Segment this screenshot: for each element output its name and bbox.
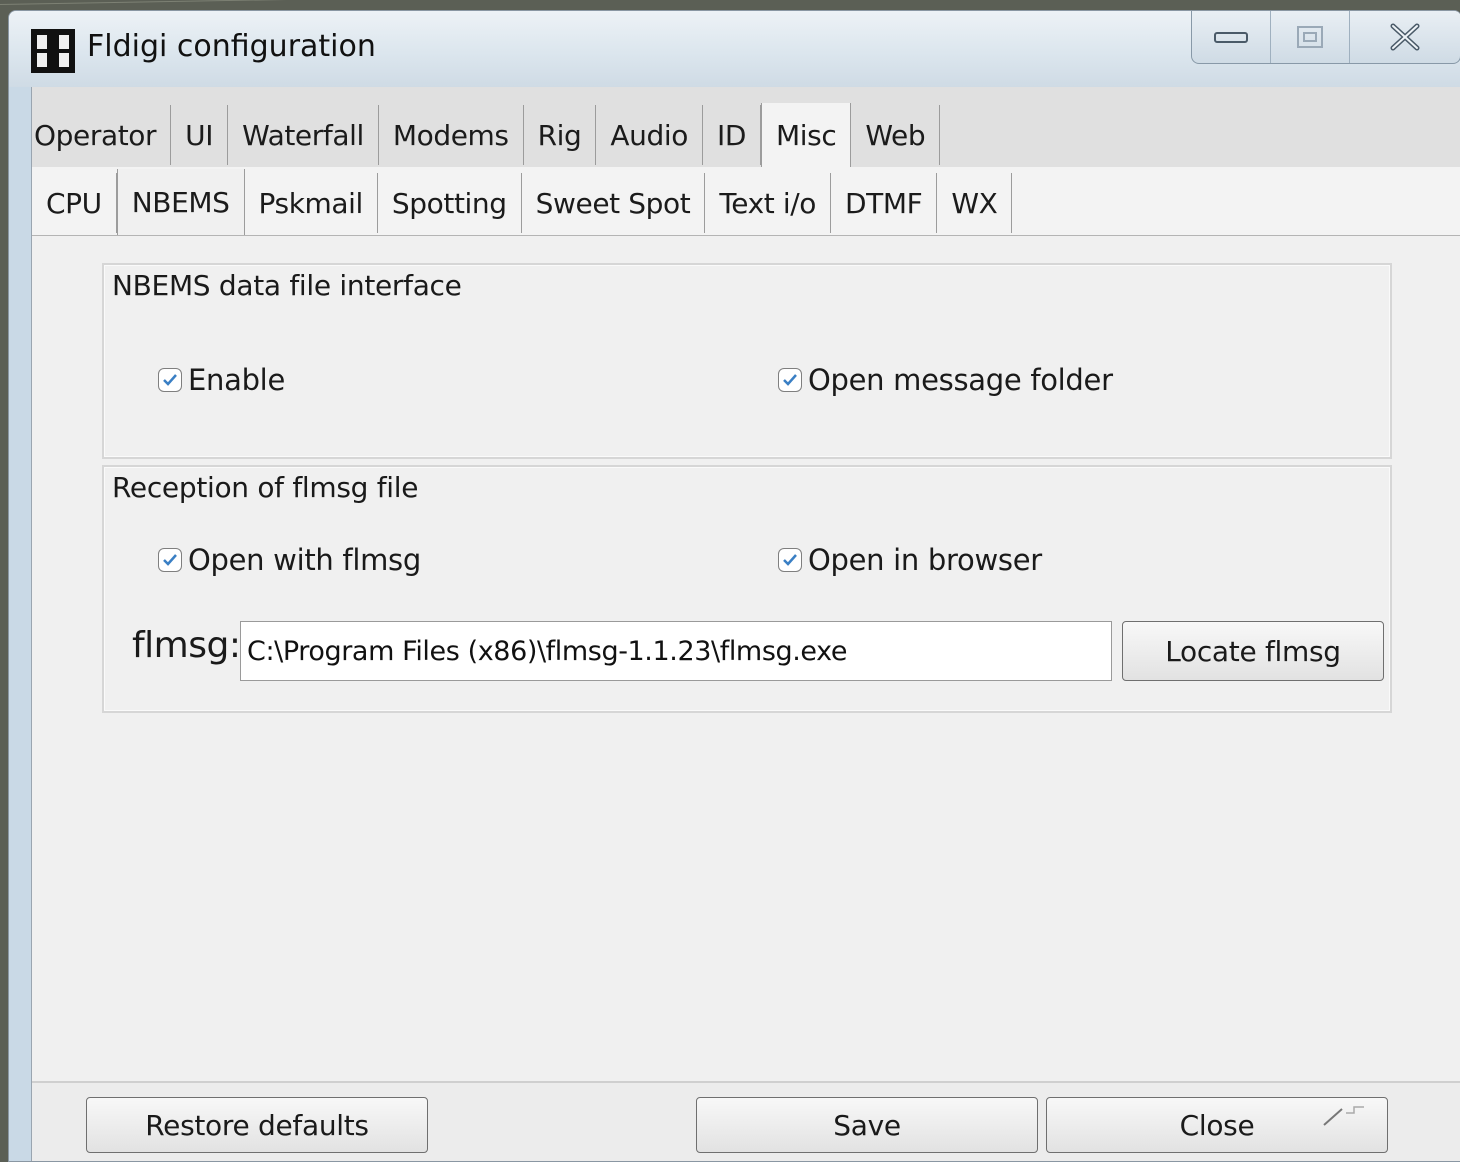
tab-wx[interactable]: WX: [937, 173, 1013, 233]
tab-dtmf[interactable]: DTMF: [831, 173, 938, 233]
open-with-flmsg-label: Open with flmsg: [188, 543, 421, 577]
tab-audio[interactable]: Audio: [596, 105, 704, 165]
fldigi-app-icon: [31, 29, 75, 73]
desktop-background-line: [0, 0, 420, 5]
tab-rig[interactable]: Rig: [524, 105, 597, 165]
open-in-browser-label: Open in browser: [808, 543, 1042, 577]
tab-nbems[interactable]: NBEMS: [116, 169, 245, 235]
checkmark-icon: [778, 368, 802, 392]
tab-id[interactable]: ID: [703, 105, 762, 165]
tab-text-io[interactable]: Text i/o: [705, 173, 831, 233]
open-with-flmsg-checkbox[interactable]: Open with flmsg: [158, 543, 421, 577]
flmsg-path-label: flmsg:: [132, 625, 241, 666]
title-bar[interactable]: Fldigi configuration: [9, 11, 1460, 87]
maximize-button[interactable]: [1271, 11, 1351, 63]
window-controls: [1191, 11, 1460, 64]
resize-grip-icon[interactable]: [1322, 1105, 1366, 1129]
tab-operator[interactable]: Operator: [32, 105, 172, 165]
minimize-icon: [1214, 32, 1249, 43]
checkmark-icon: [158, 548, 182, 572]
restore-defaults-button[interactable]: Restore defaults: [86, 1097, 428, 1153]
dialog-client-area: Operator UI Waterfall Modems Rig Audio I…: [31, 87, 1460, 1161]
tab-misc[interactable]: Misc: [761, 103, 852, 167]
reception-group-label: Reception of flmsg file: [112, 471, 419, 504]
reception-flmsg-group: Reception of flmsg file Open with flmsg …: [102, 465, 1392, 713]
save-button[interactable]: Save: [696, 1097, 1038, 1153]
dialog-footer: Restore defaults Save Close: [32, 1081, 1460, 1161]
tab-spotting[interactable]: Spotting: [378, 173, 522, 233]
config-window: Fldigi configuration Operator UI Waterfa…: [8, 10, 1460, 1162]
tab-cpu[interactable]: CPU: [32, 173, 117, 233]
nbems-data-file-group: NBEMS data file interface Enable Open me…: [102, 263, 1392, 459]
tab-sweet-spot[interactable]: Sweet Spot: [522, 173, 706, 233]
checkmark-icon: [778, 548, 802, 572]
primary-tab-bar: Operator UI Waterfall Modems Rig Audio I…: [32, 87, 1460, 168]
enable-checkbox[interactable]: Enable: [158, 363, 285, 397]
tab-web[interactable]: Web: [851, 105, 941, 165]
nbems-group-label: NBEMS data file interface: [112, 269, 462, 302]
secondary-tab-bar: CPU NBEMS Pskmail Spotting Sweet Spot Te…: [32, 167, 1460, 236]
tab-modems[interactable]: Modems: [379, 105, 524, 165]
open-message-folder-label: Open message folder: [808, 363, 1113, 397]
locate-flmsg-button[interactable]: Locate flmsg: [1122, 621, 1384, 681]
tab-ui[interactable]: UI: [171, 105, 229, 165]
open-message-folder-checkbox[interactable]: Open message folder: [778, 363, 1113, 397]
maximize-icon: [1297, 26, 1324, 48]
close-button[interactable]: [1350, 11, 1460, 63]
enable-label: Enable: [188, 363, 285, 397]
tab-pskmail[interactable]: Pskmail: [245, 173, 378, 233]
close-icon: [1390, 23, 1420, 51]
checkmark-icon: [158, 368, 182, 392]
flmsg-path-input[interactable]: [240, 621, 1112, 681]
open-in-browser-checkbox[interactable]: Open in browser: [778, 543, 1042, 577]
minimize-button[interactable]: [1192, 11, 1272, 63]
window-title: Fldigi configuration: [87, 29, 376, 64]
tab-waterfall[interactable]: Waterfall: [228, 105, 379, 165]
